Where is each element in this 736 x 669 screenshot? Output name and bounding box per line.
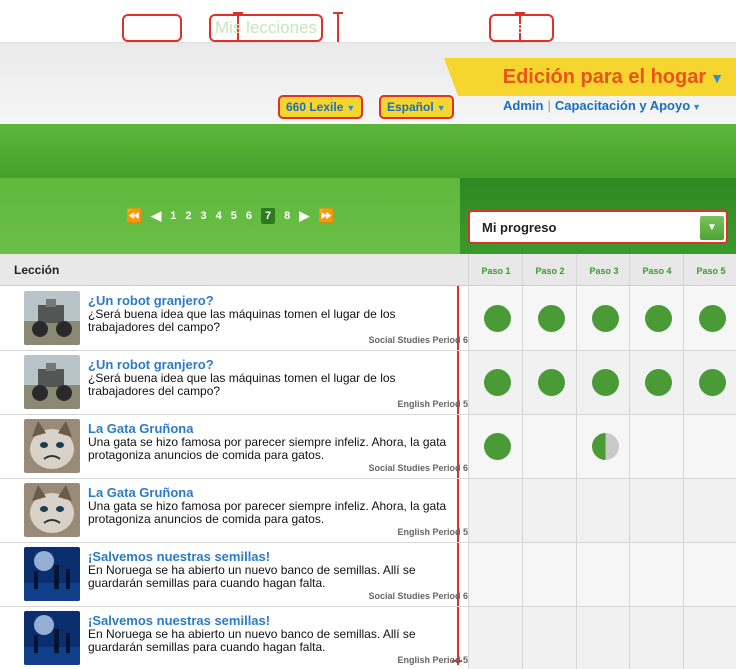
step-complete-icon[interactable]	[699, 369, 726, 396]
page-1[interactable]: 1	[170, 210, 176, 222]
steps-cell-bg	[468, 479, 736, 542]
table-row[interactable]: La Gata Gruñona Una gata se hizo famosa p…	[0, 479, 736, 543]
last-page-icon[interactable]: ⏩	[318, 208, 334, 224]
lesson-title-link[interactable]: ¿Un robot granjero?	[88, 293, 214, 308]
progress-dropdown[interactable]: Mi progreso ▼	[468, 210, 728, 244]
step-complete-icon[interactable]	[538, 305, 565, 332]
table-row[interactable]: ¿Un robot granjero? ¿Será buena idea que …	[0, 351, 736, 415]
progress-dropdown-value: Mi progreso	[482, 220, 557, 235]
lesson-thumbnail[interactable]	[24, 355, 80, 409]
class-label: Social Studies Period 6	[368, 335, 468, 345]
nav-buscar[interactable]: Buscar	[489, 14, 554, 42]
step-complete-icon[interactable]	[484, 433, 511, 460]
table-row[interactable]: ¿Un robot granjero? ¿Será buena idea que …	[0, 287, 736, 351]
step-complete-icon[interactable]	[592, 369, 619, 396]
lesson-title-link[interactable]: ¿Un robot granjero?	[88, 357, 214, 372]
step-complete-icon[interactable]	[699, 305, 726, 332]
chevron-down-icon: ▼	[436, 103, 446, 113]
lesson-column-header: Lección	[14, 263, 60, 277]
lesson-thumbnail[interactable]	[24, 547, 80, 601]
column-divider	[468, 254, 469, 669]
step-complete-icon[interactable]	[538, 369, 565, 396]
page-4[interactable]: 4	[216, 210, 222, 222]
column-divider	[629, 254, 630, 669]
lesson-description: ¿Será buena idea que las máquinas tomen …	[88, 307, 396, 334]
nav-mis-lecciones[interactable]: Mis lecciones	[209, 14, 324, 42]
language-label: Español	[387, 100, 434, 114]
support-link[interactable]: Capacitación y Apoyo	[555, 98, 690, 113]
page-2[interactable]: 2	[185, 210, 191, 222]
lexile-selector[interactable]: 660 Lexile ▼	[278, 95, 364, 119]
lesson-thumbnail[interactable]	[24, 483, 80, 537]
step-partial-icon[interactable]	[592, 433, 619, 460]
nav-recursos-label: Recursos	[369, 16, 441, 35]
steps-cell-bg	[468, 543, 736, 606]
step-5-header: Paso 5	[696, 266, 726, 276]
class-label: English Period 5	[397, 527, 468, 537]
page-7-current[interactable]: 7	[260, 208, 276, 224]
step-complete-icon[interactable]	[592, 305, 619, 332]
class-label: English Period 5	[397, 399, 468, 409]
nav-portada[interactable]: Portada	[26, 14, 96, 42]
lesson-thumbnail[interactable]	[24, 611, 80, 665]
class-label: English Period 5	[397, 655, 468, 665]
chevron-down-icon: ▼	[692, 102, 702, 112]
prev-page-icon[interactable]: ◀	[151, 208, 161, 224]
separator: |	[547, 98, 551, 113]
table-row[interactable]: ¡Salvemos nuestras semillas! En Noruega s…	[0, 543, 736, 607]
lexile-label: 660 Lexile	[286, 100, 344, 114]
table-row[interactable]: ¡Salvemos nuestras semillas! En Noruega s…	[0, 607, 736, 669]
lesson-description: Una gata se hizo famosa por parecer siem…	[88, 435, 447, 462]
column-divider	[683, 254, 684, 669]
header-links: Admin | Capacitación y Apoyo ▼	[503, 98, 701, 113]
lesson-thumbnail[interactable]	[24, 291, 80, 345]
step-complete-icon[interactable]	[484, 305, 511, 332]
lesson-description: Una gata se hizo famosa por parecer siem…	[88, 499, 447, 526]
language-selector[interactable]: Español ▼	[379, 95, 454, 119]
step-complete-icon[interactable]	[645, 305, 672, 332]
lesson-description: En Noruega se ha abierto un nuevo banco …	[88, 563, 416, 590]
page-3[interactable]: 3	[200, 210, 206, 222]
column-divider	[522, 254, 523, 669]
edition-menu[interactable]: Edición para el hogar ▼	[503, 66, 724, 89]
chevron-down-icon: ▼	[346, 103, 356, 113]
step-4-header: Paso 4	[642, 266, 672, 276]
step-1-header: Paso 1	[481, 266, 511, 276]
pagination: ⏪ ◀ 1 2 3 4 5 6 7 8 ▶ ⏩	[126, 205, 334, 227]
step-2-header: Paso 2	[535, 266, 565, 276]
column-divider	[576, 254, 577, 669]
page-8[interactable]: 8	[284, 210, 290, 222]
nav-recursos[interactable]: Recursos ▼	[364, 14, 460, 42]
main-nav	[0, 124, 736, 178]
first-page-icon[interactable]: ⏪	[126, 208, 142, 224]
step-complete-icon[interactable]	[645, 369, 672, 396]
page: { "header": { "edition_title": "Edición …	[0, 0, 736, 669]
chevron-down-icon[interactable]: ▼	[700, 216, 724, 240]
lesson-description: ¿Será buena idea que las máquinas tomen …	[88, 371, 396, 398]
steps-cell-bg	[468, 607, 736, 669]
page-6[interactable]: 6	[246, 210, 252, 222]
step-3-header: Paso 3	[589, 266, 619, 276]
admin-link[interactable]: Admin	[503, 98, 543, 113]
chevron-down-icon: ▼	[443, 22, 455, 34]
class-label: Social Studies Period 6	[368, 463, 468, 473]
nav-buzon[interactable]: Buzón	[122, 14, 183, 42]
lesson-title-link[interactable]: ¡Salvemos nuestras semillas!	[88, 613, 270, 628]
table-header: Lección Paso 1 Paso 2 Paso 3 Paso 4 Paso…	[0, 254, 736, 286]
lesson-title-link[interactable]: ¡Salvemos nuestras semillas!	[88, 549, 270, 564]
lesson-title-link[interactable]: La Gata Gruñona	[88, 421, 193, 436]
lesson-thumbnail[interactable]	[24, 419, 80, 473]
next-page-icon[interactable]: ▶	[299, 208, 309, 224]
lesson-title-link[interactable]: La Gata Gruñona	[88, 485, 193, 500]
lesson-description: En Noruega se ha abierto un nuevo banco …	[88, 627, 416, 654]
step-complete-icon[interactable]	[484, 369, 511, 396]
edition-title: Edición para el hogar	[502, 66, 707, 88]
page-5[interactable]: 5	[231, 210, 237, 222]
table-row[interactable]: La Gata Gruñona Una gata se hizo famosa p…	[0, 415, 736, 479]
chevron-down-icon: ▼	[710, 70, 724, 86]
class-label: Social Studies Period 6	[368, 591, 468, 601]
